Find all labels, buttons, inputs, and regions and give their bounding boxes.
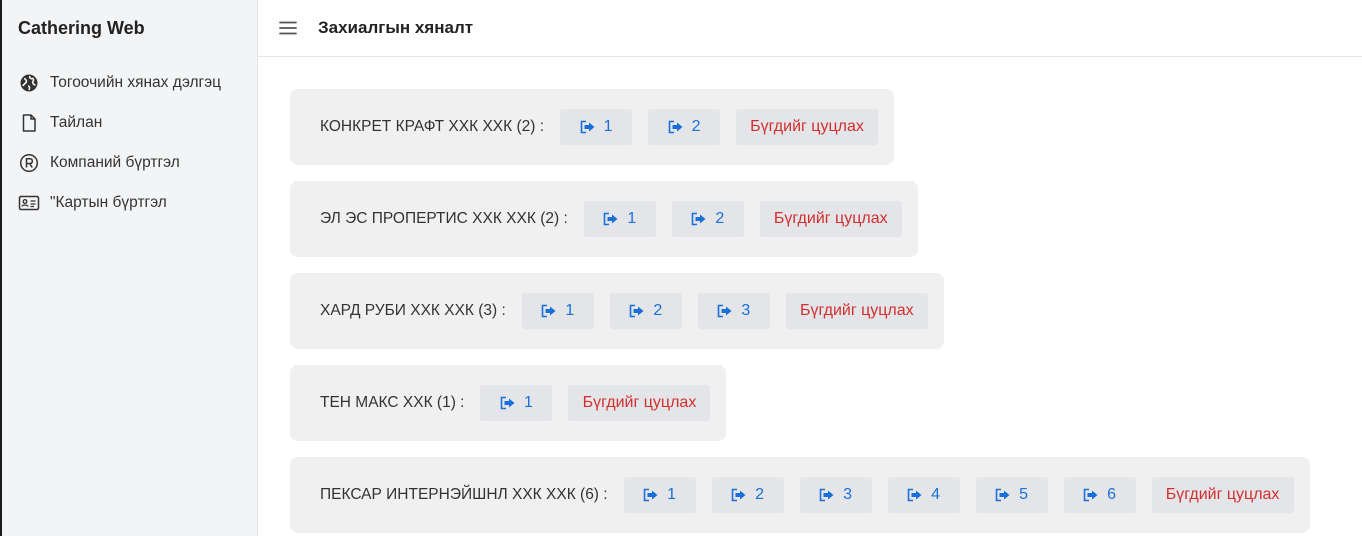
order-number: 4 [931, 486, 941, 503]
sidebar-menu: Тогоочийн хянах дэлгэц Тайлан Компаний б… [18, 71, 221, 231]
order-number: 1 [565, 302, 575, 319]
sign-in-icon [1083, 488, 1098, 502]
id-card-icon [18, 192, 40, 214]
sidebar-item-card-registration[interactable]: "Картын бүртгэл [18, 191, 221, 215]
sign-in-icon [580, 120, 595, 134]
order-card: ПЕКСАР ИНТЕРНЭЙШНЛ ХХК ХХК (6) : 1 2 3 4… [290, 457, 1310, 533]
order-number: 5 [1019, 486, 1029, 503]
top-header: Захиалгын хяналт [258, 0, 1362, 57]
cancel-all-button[interactable]: Бүгдийг цуцлах [568, 385, 711, 421]
order-card: ТЕН МАКС ХХК (1) : 1 Бүгдийг цуцлах [290, 365, 727, 441]
sign-in-icon [604, 212, 618, 226]
order-button[interactable]: 1 [623, 477, 696, 513]
sign-in-icon [500, 396, 515, 410]
sign-in-icon [630, 304, 644, 318]
sign-in-icon [668, 120, 683, 134]
order-number: 2 [691, 118, 701, 135]
order-card: ЭЛ ЭС ПРОПЕРТИС ХХК ХХК (2) : 1 2 Бүгдий… [290, 181, 918, 257]
file-icon [18, 112, 40, 134]
sidebar-item-label: Тогоочийн хянах дэлгэц [50, 74, 221, 91]
cancel-all-button[interactable]: Бүгдийг цуцлах [785, 293, 928, 329]
sign-in-icon [643, 488, 658, 502]
order-number: 6 [1107, 486, 1117, 503]
order-button[interactable]: 3 [697, 293, 770, 329]
sidebar-item-company-registration[interactable]: Компаний бүртгэл [18, 151, 221, 175]
order-button[interactable]: 1 [480, 385, 553, 421]
order-button[interactable]: 3 [799, 477, 872, 513]
sign-in-icon [995, 488, 1010, 502]
app-title: Cathering Web [18, 18, 145, 38]
company-label: ЭЛ ЭС ПРОПЕРТИС ХХК ХХК (2) : [320, 210, 568, 227]
order-number: 1 [603, 118, 613, 135]
sign-in-icon [907, 488, 922, 502]
sign-in-icon [731, 488, 746, 502]
globe-icon [18, 72, 40, 94]
cancel-all-button[interactable]: Бүгдийг цуцлах [1151, 477, 1294, 513]
order-button[interactable]: 1 [583, 201, 656, 237]
company-label: ПЕКСАР ИНТЕРНЭЙШНЛ ХХК ХХК (6) : [320, 486, 608, 503]
sidebar-item-report[interactable]: Тайлан [18, 111, 221, 135]
order-number: 2 [755, 486, 765, 503]
sign-in-icon [692, 212, 706, 226]
sidebar: Cathering Web Тогоочийн хянах дэлгэц Тай… [2, 0, 258, 536]
order-button[interactable]: 6 [1063, 477, 1136, 513]
order-number: 2 [715, 210, 725, 227]
order-button[interactable]: 4 [887, 477, 960, 513]
sign-in-icon [542, 304, 556, 318]
cancel-all-button[interactable]: Бүгдийг цуцлах [759, 201, 902, 237]
order-button[interactable]: 1 [560, 109, 633, 145]
sidebar-item-label: Тайлан [50, 114, 103, 131]
company-label: ТЕН МАКС ХХК (1) : [320, 394, 465, 411]
sign-in-icon [819, 488, 834, 502]
sidebar-item-label: "Картын бүртгэл [50, 194, 167, 211]
order-button[interactable]: 1 [521, 293, 594, 329]
registered-icon [18, 152, 40, 174]
order-number: 1 [627, 210, 637, 227]
order-number: 2 [653, 302, 663, 319]
sign-in-icon [718, 304, 732, 318]
order-number: 1 [667, 486, 677, 503]
order-button[interactable]: 2 [609, 293, 682, 329]
order-number: 1 [524, 394, 533, 411]
order-button[interactable]: 2 [711, 477, 784, 513]
sidebar-item-label: Компаний бүртгэл [50, 154, 180, 171]
cancel-all-button[interactable]: Бүгдийг цуцлах [736, 109, 879, 145]
order-button[interactable]: 2 [671, 201, 744, 237]
company-label: ХАРД РУБИ ХХК ХХК (3) : [320, 302, 506, 319]
order-number: 3 [843, 486, 853, 503]
sidebar-item-kitchen-monitor[interactable]: Тогоочийн хянах дэлгэц [18, 71, 221, 95]
order-number: 3 [741, 302, 751, 319]
order-button[interactable]: 2 [648, 109, 721, 145]
order-card: КОНКРЕТ КРАФТ ХХК ХХК (2) : 1 2 Бүгдийг … [290, 89, 895, 165]
order-card: ХАРД РУБИ ХХК ХХК (3) : 1 2 3 Бүгдийг цу… [290, 273, 944, 349]
company-label: КОНКРЕТ КРАФТ ХХК ХХК (2) : [320, 118, 545, 135]
hamburger-icon[interactable] [278, 18, 298, 38]
order-button[interactable]: 5 [975, 477, 1048, 513]
page-title: Захиалгын хяналт [318, 18, 474, 37]
